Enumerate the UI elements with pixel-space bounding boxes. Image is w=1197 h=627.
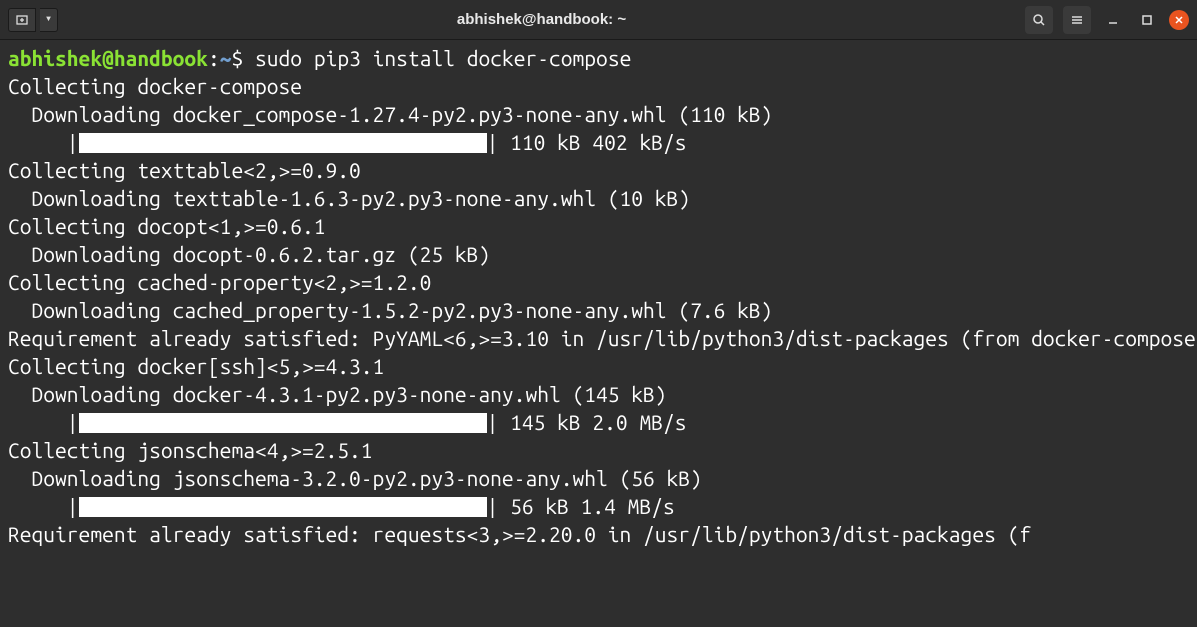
output-line: Downloading texttable-1.6.3-py2.py3-none… (8, 184, 1189, 212)
output-line: Downloading docker_compose-1.27.4-py2.py… (8, 100, 1189, 128)
output-line: Collecting docopt<1,>=0.6.1 (8, 212, 1189, 240)
hamburger-icon (1070, 13, 1084, 27)
output-line: Collecting cached-property<2,>=1.2.0 (8, 268, 1189, 296)
prompt-host: handbook (114, 46, 208, 70)
menu-button[interactable] (1063, 6, 1091, 34)
output-line: Collecting docker-compose (8, 72, 1189, 100)
titlebar: ▼ abhishek@handbook: ~ (0, 0, 1197, 40)
progress-bar (79, 133, 487, 153)
maximize-button[interactable] (1135, 8, 1159, 32)
output-line: Downloading cached_property-1.5.2-py2.py… (8, 296, 1189, 324)
prompt-user: abhishek (8, 46, 102, 70)
prompt-path: ~ (220, 46, 232, 70)
output-line: || 110 kB 402 kB/s (8, 128, 1189, 156)
close-icon (1174, 15, 1184, 25)
prompt-line: abhishek@handbook:~$ sudo pip3 install d… (8, 44, 1189, 72)
progress-bar (79, 413, 487, 433)
new-tab-dropdown[interactable]: ▼ (40, 8, 58, 32)
minimize-button[interactable] (1101, 8, 1125, 32)
output-line: Requirement already satisfied: PyYAML<6,… (8, 324, 1189, 352)
new-tab-icon (15, 13, 29, 27)
new-tab-button[interactable] (8, 8, 36, 32)
right-controls (1025, 6, 1189, 34)
output-line: || 56 kB 1.4 MB/s (8, 492, 1189, 520)
minimize-icon (1107, 14, 1119, 26)
command: sudo pip3 install docker-compose (255, 46, 631, 70)
progress-bar (79, 497, 487, 517)
new-tab-button-group: ▼ (8, 8, 58, 32)
output-line: Downloading docker-4.3.1-py2.py3-none-an… (8, 380, 1189, 408)
output-line: Collecting texttable<2,>=0.9.0 (8, 156, 1189, 184)
output-line: || 145 kB 2.0 MB/s (8, 408, 1189, 436)
close-button[interactable] (1169, 10, 1189, 30)
output-line: Requirement already satisfied: requests<… (8, 520, 1189, 548)
output-line: Downloading docopt-0.6.2.tar.gz (25 kB) (8, 240, 1189, 268)
terminal-area[interactable]: abhishek@handbook:~$ sudo pip3 install d… (0, 40, 1197, 552)
search-icon (1032, 13, 1046, 27)
output-line: Collecting docker[ssh]<5,>=4.3.1 (8, 352, 1189, 380)
maximize-icon (1141, 14, 1153, 26)
output-line: Downloading jsonschema-3.2.0-py2.py3-non… (8, 464, 1189, 492)
search-button[interactable] (1025, 6, 1053, 34)
output-line: Collecting jsonschema<4,>=2.5.1 (8, 436, 1189, 464)
window-title: abhishek@handbook: ~ (58, 11, 1025, 28)
